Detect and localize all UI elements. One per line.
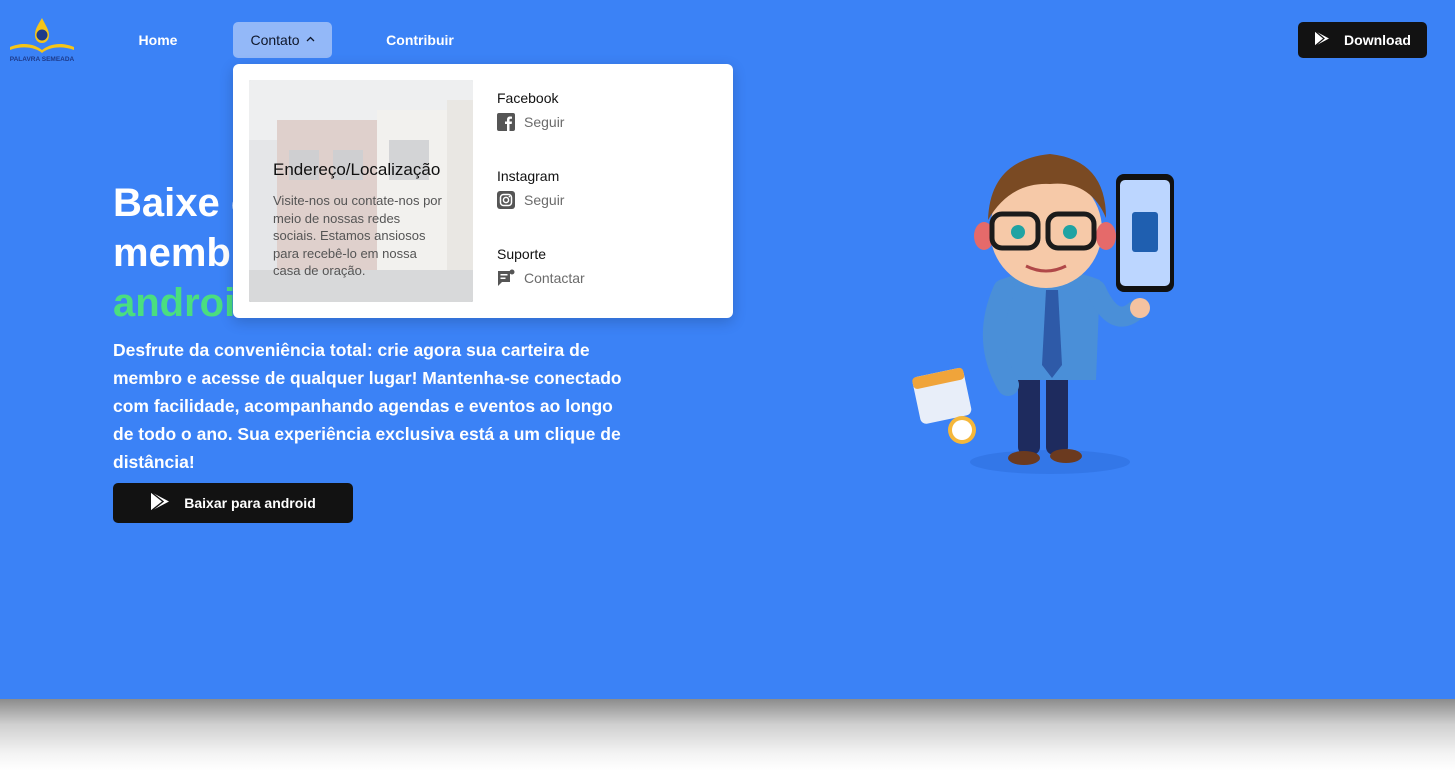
- nav-contato[interactable]: Contato: [233, 22, 332, 58]
- chat-icon: [497, 269, 515, 287]
- facebook-section: Facebook Seguir: [497, 90, 697, 131]
- play-store-icon: [150, 491, 170, 515]
- instagram-follow-link[interactable]: Seguir: [497, 191, 697, 209]
- nav-contribuir-label: Contribuir: [386, 32, 454, 48]
- instagram-follow-label: Seguir: [524, 192, 565, 208]
- play-store-icon: [1314, 30, 1330, 50]
- facebook-follow-link[interactable]: Seguir: [497, 113, 697, 131]
- section-divider-shadow: [0, 699, 1455, 771]
- nav-home[interactable]: Home: [120, 22, 196, 58]
- chevron-up-icon: [306, 34, 315, 45]
- open-book-icon: [10, 43, 74, 53]
- suporte-section: Suporte Contactar: [497, 246, 697, 287]
- address-description: Visite-nos ou contate-nos por meio de no…: [273, 193, 442, 278]
- suporte-contact-link[interactable]: Contactar: [497, 269, 697, 287]
- nav-contato-label: Contato: [250, 32, 300, 48]
- church-logo[interactable]: PALAVRA SEMEADA: [6, 14, 78, 66]
- logo-text: PALAVRA SEMEADA: [10, 56, 75, 63]
- contato-dropdown-menu: Endereço/Localização Visite-nos ou conta…: [233, 64, 733, 318]
- hero-description: Desfrute da conveniência total: crie ago…: [113, 340, 622, 472]
- facebook-follow-label: Seguir: [524, 114, 565, 130]
- hero-illustration: [900, 140, 1200, 480]
- suporte-contact-label: Contactar: [524, 270, 585, 286]
- download-button-label: Download: [1344, 32, 1411, 48]
- nav-contribuir[interactable]: Contribuir: [372, 22, 468, 58]
- nav-home-label: Home: [138, 32, 178, 48]
- download-button[interactable]: Download: [1298, 22, 1427, 58]
- facebook-title: Facebook: [497, 90, 559, 106]
- instagram-icon: [497, 191, 515, 209]
- instagram-title: Instagram: [497, 168, 560, 184]
- download-android-button[interactable]: Baixar para android: [113, 483, 353, 523]
- facebook-icon: [497, 113, 515, 131]
- suporte-title: Suporte: [497, 246, 547, 262]
- address-title: Endereço/Localização: [273, 160, 441, 179]
- address-location-card[interactable]: Endereço/Localização Visite-nos ou conta…: [249, 80, 473, 302]
- android-button-label: Baixar para android: [184, 495, 316, 511]
- instagram-section: Instagram Seguir: [497, 168, 697, 209]
